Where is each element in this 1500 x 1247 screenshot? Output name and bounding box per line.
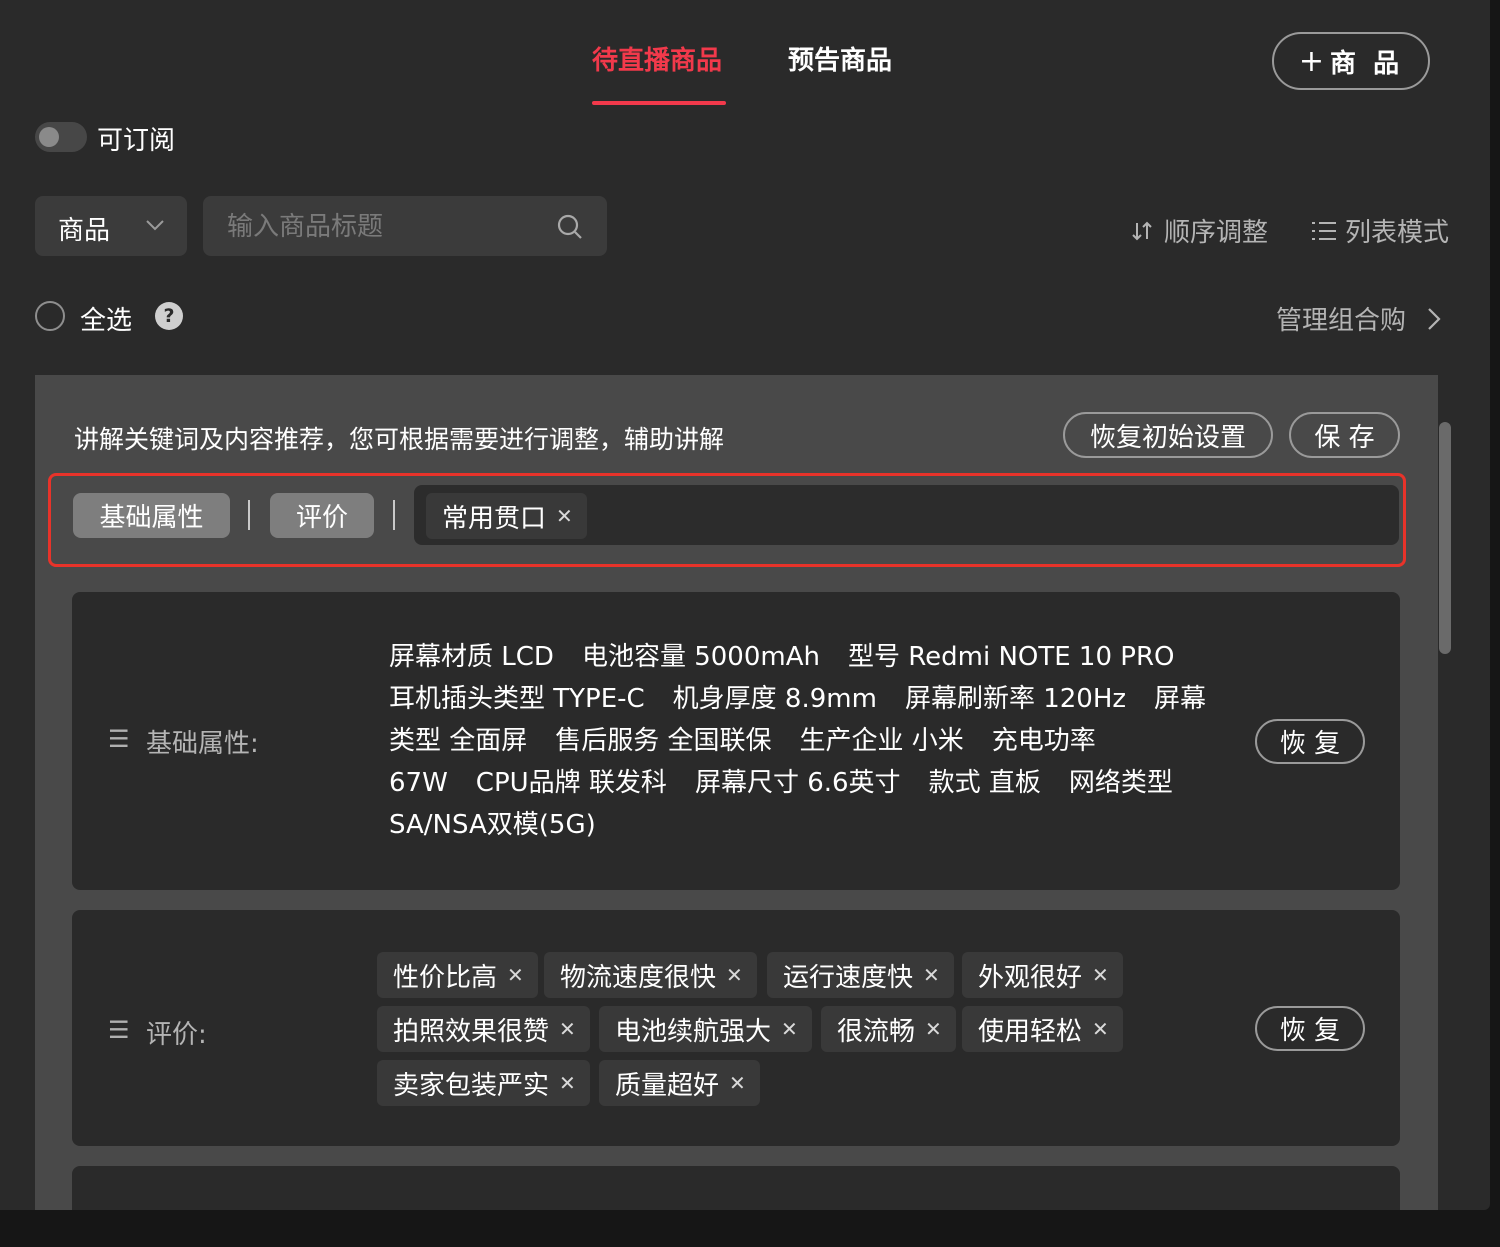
subscribe-label: 可订阅	[97, 126, 176, 156]
tag-label: 质量超好	[615, 1070, 720, 1101]
review-card: ☰ 评价: 性价比高 ✕ 物流速度很快 ✕ 运行速度快 ✕ 外观很好 ✕ 拍照效果很赞 ✕…	[72, 910, 1400, 1146]
sort-adjust-label: 顺序调整	[1164, 218, 1269, 248]
search-input[interactable]	[225, 206, 539, 248]
chip-common-phrase[interactable]: 常用贯口 ✕	[426, 493, 587, 539]
panel-header-text: 讲解关键词及内容推荐，您可根据需要进行调整，辅助讲解	[74, 425, 725, 454]
attribute-item: 机身厚度 8.9mm	[672, 684, 877, 714]
reset-initial-button[interactable]: 恢复初始设置	[1063, 412, 1273, 458]
close-icon[interactable]: ✕	[781, 1017, 798, 1041]
chevron-down-icon	[146, 220, 164, 231]
attribute-item: 电池容量 5000mAh	[581, 642, 820, 672]
chip-review[interactable]: 评价	[270, 493, 374, 538]
review-tag[interactable]: 拍照效果很赞 ✕	[377, 1006, 590, 1052]
tag-label: 卖家包装严实	[393, 1070, 550, 1101]
review-tag[interactable]: 电池续航强大 ✕	[599, 1006, 812, 1052]
active-tab-indicator	[592, 101, 726, 105]
search-box	[203, 196, 607, 256]
close-icon[interactable]: ✕	[1092, 963, 1109, 987]
close-icon[interactable]: ✕	[925, 1017, 942, 1041]
category-dropdown[interactable]: 商品	[35, 196, 187, 256]
add-product-button[interactable]: + 商 品	[1272, 32, 1430, 90]
close-icon[interactable]: ✕	[559, 1071, 576, 1095]
chip-separator	[248, 500, 250, 530]
manage-combo-link[interactable]: 管理组合购	[1276, 300, 1442, 337]
attribute-item: 屏幕材质 LCD	[389, 642, 554, 672]
attribute-item: 款式 直板	[928, 768, 1041, 798]
close-icon[interactable]: ✕	[556, 504, 573, 528]
select-all-label: 全选	[80, 306, 133, 336]
tag-label: 电池续航强大	[615, 1016, 772, 1047]
review-tag[interactable]: 很流畅 ✕	[821, 1006, 956, 1052]
close-icon[interactable]: ✕	[559, 1017, 576, 1041]
review-tag[interactable]: 物流速度很快 ✕	[544, 952, 757, 998]
attribute-item: CPU品牌 联发科	[475, 768, 667, 798]
tag-label: 运行速度快	[783, 962, 914, 993]
chip-basic-attributes[interactable]: 基础属性	[73, 493, 230, 538]
attribute-list: 屏幕材质 LCD 电池容量 5000mAh 型号 Redmi NOTE 10 PRO…	[389, 636, 1219, 846]
close-icon[interactable]: ✕	[729, 1071, 746, 1095]
close-icon[interactable]: ✕	[507, 963, 524, 987]
chip-separator	[393, 500, 395, 530]
tag-label: 物流速度很快	[560, 962, 717, 993]
list-mode-button[interactable]: 列表模式	[1311, 212, 1449, 249]
review-tag[interactable]: 运行速度快 ✕	[767, 952, 954, 998]
dropdown-value: 商品	[58, 216, 111, 246]
save-button[interactable]: 保 存	[1289, 412, 1400, 458]
chip-label: 常用贯口	[442, 503, 547, 534]
close-icon[interactable]: ✕	[726, 963, 743, 987]
basic-attributes-card: ☰ 基础属性: 屏幕材质 LCD 电池容量 5000mAh 型号 Redmi NOT…	[72, 592, 1400, 890]
review-tag[interactable]: 质量超好 ✕	[599, 1060, 760, 1106]
scrollbar-thumb[interactable]	[1439, 422, 1451, 654]
attribute-item: 型号 Redmi NOTE 10 PRO	[847, 642, 1175, 672]
help-icon[interactable]: ?	[155, 302, 183, 330]
tag-label: 外观很好	[978, 962, 1083, 993]
sort-arrows-icon	[1132, 221, 1152, 240]
select-all-radio[interactable]	[35, 301, 65, 331]
live-product-panel: 待直播商品 预告商品 + 商 品 可订阅 商品 顺序调整	[0, 0, 1490, 1210]
list-icon	[1312, 221, 1336, 240]
tab-preview[interactable]: 预告商品	[788, 46, 892, 76]
add-product-label: 商 品	[1330, 48, 1404, 79]
attribute-item: 屏幕刷新率 120Hz	[904, 684, 1127, 714]
review-tag[interactable]: 卖家包装严实 ✕	[377, 1060, 590, 1106]
restore-button[interactable]: 恢 复	[1255, 1006, 1365, 1051]
manage-combo-label: 管理组合购	[1276, 306, 1407, 336]
sort-adjust-button[interactable]: 顺序调整	[1130, 212, 1268, 249]
tag-label: 使用轻松	[978, 1016, 1083, 1047]
search-icon[interactable]	[557, 214, 583, 240]
review-tag[interactable]: 性价比高 ✕	[377, 952, 538, 998]
toggle-knob	[39, 127, 59, 147]
phrase-input-bar[interactable]: 常用贯口 ✕	[414, 485, 1399, 545]
drag-handle-icon[interactable]: ☰	[108, 725, 130, 753]
attribute-item: 生产企业 小米	[799, 726, 964, 756]
attribute-item: 屏幕尺寸 6.6英寸	[694, 768, 901, 798]
tag-label: 很流畅	[837, 1016, 916, 1047]
close-icon[interactable]: ✕	[1092, 1017, 1109, 1041]
plus-icon: +	[1298, 43, 1325, 79]
card-title: 基础属性:	[146, 729, 259, 759]
restore-button[interactable]: 恢 复	[1255, 719, 1365, 764]
attribute-item: 耳机插头类型 TYPE-C	[389, 684, 645, 714]
tab-pending-live[interactable]: 待直播商品	[592, 46, 722, 76]
tag-label: 性价比高	[393, 962, 498, 993]
tag-label: 拍照效果很赞	[393, 1016, 550, 1047]
next-card	[72, 1166, 1400, 1210]
card-title: 评价:	[146, 1020, 207, 1050]
attribute-item: 售后服务 全国联保	[555, 726, 772, 756]
chevron-right-icon	[1428, 307, 1441, 330]
review-tag[interactable]: 外观很好 ✕	[962, 952, 1123, 998]
list-mode-label: 列表模式	[1345, 218, 1450, 248]
review-tag[interactable]: 使用轻松 ✕	[962, 1006, 1123, 1052]
subscribe-toggle[interactable]	[35, 122, 87, 152]
drag-handle-icon[interactable]: ☰	[108, 1016, 130, 1044]
close-icon[interactable]: ✕	[923, 963, 940, 987]
